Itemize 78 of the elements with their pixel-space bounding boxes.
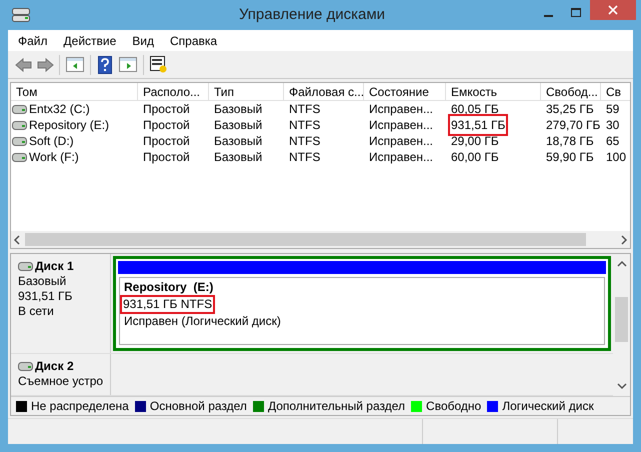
close-icon	[608, 5, 618, 15]
table-cell-text: NTFS	[289, 133, 320, 150]
partition-size: 931,51 ГБ NTFS	[120, 295, 216, 314]
legend-label: Дополнительный раздел	[268, 398, 406, 415]
column-header[interactable]: Свобод...	[541, 83, 601, 101]
table-cell-text: 59	[606, 101, 620, 118]
table-cell-text: NTFS	[289, 149, 320, 166]
legend-label: Не распределена	[31, 398, 129, 415]
partition-status: Исправен (Логический диск)	[124, 314, 281, 329]
table-cell-text: Исправен...	[369, 101, 434, 118]
menu-item[interactable]: Справка	[170, 32, 218, 50]
table-cell-text: 59,90 ГБ	[546, 149, 594, 166]
table-cell-text: 279,70 ГБ	[546, 117, 600, 134]
column-header[interactable]: Том	[11, 83, 138, 101]
vertical-scrollbar[interactable]	[613, 254, 630, 396]
disk-name: Диск 1	[35, 259, 74, 274]
disk-info: В сети	[18, 304, 55, 319]
table-cell-text: Базовый	[214, 101, 262, 118]
close-button[interactable]	[590, 0, 636, 20]
table-cell-text: Soft (D:)	[29, 133, 74, 150]
table-cell-text: Entx32 (C:)	[29, 101, 90, 118]
legend-label: Логический диск	[502, 398, 594, 415]
volume-row[interactable]: Work (F:) Простой Базовый NTFS Исправен... 60,00 ГБ 59,90 ГБ 100	[11, 149, 630, 165]
table-cell-text: Исправен...	[369, 133, 434, 150]
app-icon	[12, 8, 30, 22]
window-title: Управление дисками	[238, 4, 386, 25]
table-cell-text: Базовый	[214, 133, 262, 150]
table-cell-text: Repository (E:)	[29, 117, 110, 134]
table-cell: 931,51 ГБ	[448, 114, 508, 136]
table-cell-text: Простой	[143, 117, 190, 134]
volume-row[interactable]: Soft (D:) Простой Базовый NTFS Исправен... 29,00 ГБ 18,78 ГБ 65	[11, 133, 630, 149]
table-cell-text: 60,00 ГБ	[451, 149, 499, 166]
table-cell-text: Исправен...	[369, 117, 434, 134]
disk-info-panel[interactable]: Диск 1 Базовый 931,51 ГБ В сети	[11, 254, 111, 353]
table-cell-text: Базовый	[214, 117, 262, 134]
table-cell-text: 100	[606, 149, 626, 166]
volume-row[interactable]: Repository (E:) Простой Базовый NTFS Исправен... 931,51 ГБ 279,70 ГБ 30	[11, 117, 630, 133]
legend-label: Свободно	[426, 398, 482, 415]
column-header[interactable]: Тип	[209, 83, 284, 101]
properties-button[interactable]	[147, 54, 169, 76]
disk-info: Съемное устро	[18, 374, 104, 389]
menu-item[interactable]: Файл	[18, 32, 48, 50]
table-cell-text: Простой	[143, 149, 190, 166]
drive-icon	[18, 362, 33, 371]
drive-icon	[12, 136, 27, 146]
scrollbar-thumb[interactable]	[25, 233, 586, 246]
drive-icon	[18, 262, 33, 271]
disk-info: Базовый	[18, 274, 68, 289]
column-header[interactable]: Файловая с...	[284, 83, 364, 101]
menu-item[interactable]: Вид	[132, 32, 154, 50]
table-cell-text: 18,78 ГБ	[546, 133, 594, 150]
table-cell-text: 29,00 ГБ	[451, 133, 499, 150]
column-header[interactable]: Св	[601, 83, 630, 101]
column-header[interactable]: Состояние	[364, 83, 446, 101]
disk-info-panel[interactable]: Диск 2 Съемное устро	[11, 354, 111, 395]
table-cell-text: 35,25 ГБ	[546, 101, 594, 118]
partition-name: Repository (E:)	[124, 280, 214, 295]
drive-icon	[12, 104, 27, 114]
table-cell-text: Простой	[143, 133, 190, 150]
table-cell-text: 30	[606, 117, 620, 134]
table-cell-text: NTFS	[289, 101, 320, 118]
disk-name: Диск 2	[35, 359, 74, 374]
column-header[interactable]: Располо...	[138, 83, 209, 101]
column-header[interactable]: Емкость	[446, 83, 541, 101]
table-cell-text: Простой	[143, 101, 190, 118]
scrollbar-thumb[interactable]	[615, 297, 628, 342]
table-cell-text: Исправен...	[369, 149, 434, 166]
legend-label: Основной раздел	[150, 398, 247, 415]
disk-info: 931,51 ГБ	[18, 289, 74, 304]
table-cell-text: NTFS	[289, 117, 320, 134]
table-cell-text: Work (F:)	[29, 149, 79, 166]
table-cell-text: 65	[606, 133, 620, 150]
menu-item[interactable]: Действие	[64, 32, 116, 50]
drive-icon	[12, 120, 27, 130]
horizontal-scrollbar[interactable]	[11, 231, 630, 248]
table-cell-text: Базовый	[214, 149, 262, 166]
drive-icon	[12, 152, 27, 162]
volume-row[interactable]: Entx32 (C:) Простой Базовый NTFS Исправен... 60,05 ГБ 35,25 ГБ 59	[11, 101, 630, 117]
